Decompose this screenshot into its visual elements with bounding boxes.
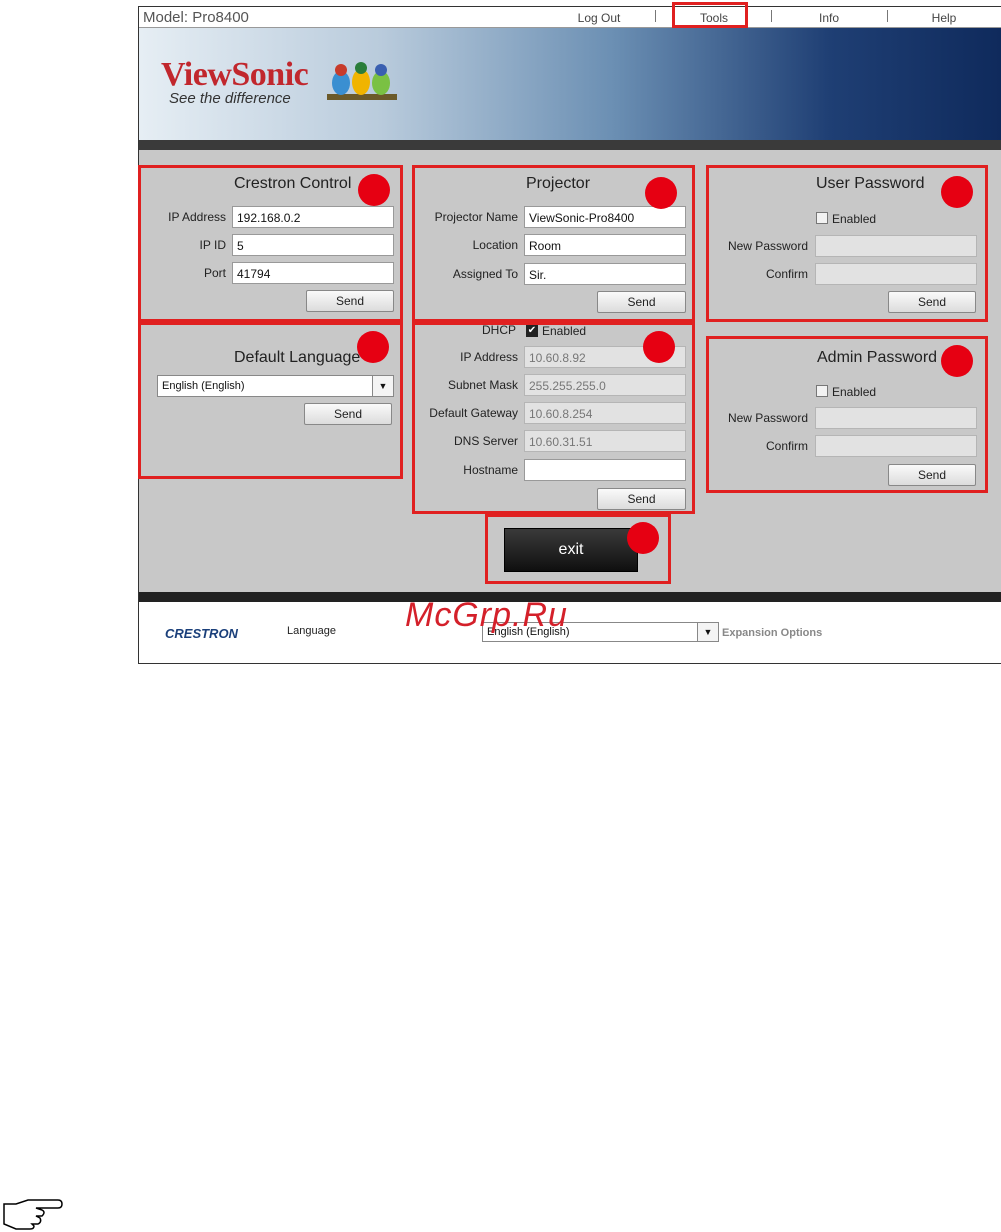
brand-slogan: See the difference [169,90,291,107]
projector-name-field[interactable]: ViewSonic-Pro8400 [524,206,686,228]
default-gateway-field[interactable]: 10.60.8.254 [524,402,686,424]
hostname-field[interactable] [524,459,686,481]
admin-enabled-checkbox[interactable] [816,385,828,397]
nav-help[interactable]: Help [919,11,969,25]
location-label: Location [472,238,518,252]
callout-marker [941,345,973,377]
user-password-title: User Password [816,175,925,192]
footer-language-label: Language [287,625,336,637]
callout-marker [643,331,675,363]
callout-marker [357,331,389,363]
ip-id-field[interactable]: 5 [232,234,394,256]
nav-separator [655,10,656,22]
port-label: Port [203,266,226,280]
user-new-password-label: New Password [727,239,808,253]
banner: ViewSonic See the difference [139,28,1001,140]
admin-confirm-field[interactable] [815,435,977,457]
model-label: Model: Pro8400 [143,9,249,26]
callout-marker [358,174,390,206]
admin-new-password-label: New Password [727,411,808,425]
assigned-to-label: Assigned To [452,267,518,281]
network-send-button[interactable]: Send [597,488,686,510]
dns-server-field[interactable]: 10.60.31.51 [524,430,686,452]
birds-icon [327,62,397,100]
user-new-password-field[interactable] [815,235,977,257]
tools-highlight [672,2,748,28]
default-gateway-label: Default Gateway [429,406,518,420]
ip-address-field[interactable]: 192.168.0.2 [232,206,394,228]
default-language-value: English (English) [162,380,245,392]
subnet-mask-label: Subnet Mask [447,378,518,392]
exit-button[interactable]: exit [504,528,638,572]
projector-title: Projector [526,175,591,192]
nav-logout[interactable]: Log Out [569,11,629,25]
note-hand-icon [3,1199,63,1230]
nav-separator [887,10,888,22]
hostname-label: Hostname [463,463,518,477]
expansion-options-link[interactable]: Expansion Options [722,627,822,639]
language-send-button[interactable]: Send [304,403,392,425]
admin-confirm-label: Confirm [765,439,808,453]
admin-new-password-field[interactable] [815,407,977,429]
admin-password-send-button[interactable]: Send [888,464,976,486]
footer-divider [139,592,1001,602]
network-ip-label: IP Address [460,350,518,364]
dhcp-label: DHCP [481,323,516,337]
chevron-down-icon: ▼ [697,623,718,641]
callout-marker [645,177,677,209]
crestron-send-button[interactable]: Send [306,290,394,312]
assigned-to-field[interactable]: Sir. [524,263,686,285]
admin-password-title: Admin Password [817,349,938,366]
dhcp-enabled-label: Enabled [542,324,587,338]
chevron-down-icon: ▼ [372,376,393,396]
dns-server-label: DNS Server [453,434,518,448]
user-enabled-label: Enabled [832,212,877,226]
user-enabled-checkbox[interactable] [816,212,828,224]
nav-info[interactable]: Info [799,11,859,25]
brand-logo: ViewSonic [161,56,309,93]
subnet-mask-field[interactable]: 255.255.255.0 [524,374,686,396]
header-divider [139,140,1001,150]
crestron-logo: CRESTRON [165,626,238,641]
dhcp-checkbox[interactable]: ✔ [526,325,538,337]
user-password-send-button[interactable]: Send [888,291,976,313]
projector-name-label: Projector Name [434,210,518,224]
default-language-title: Default Language [234,349,361,366]
user-confirm-field[interactable] [815,263,977,285]
port-field[interactable]: 41794 [232,262,394,284]
user-confirm-label: Confirm [765,267,808,281]
projector-send-button[interactable]: Send [597,291,686,313]
callout-marker [627,522,659,554]
nav-separator [771,10,772,22]
location-field[interactable]: Room [524,234,686,256]
ip-address-label: IP Address [168,210,226,224]
top-nav-bar: Model: Pro8400 Log Out Tools Info Help [139,7,1001,28]
default-language-select[interactable]: English (English) ▼ [157,375,394,397]
watermark: McGrp.Ru [405,596,568,634]
callout-marker [941,176,973,208]
admin-enabled-label: Enabled [832,385,877,399]
crestron-control-title: Crestron Control [234,175,352,192]
ip-id-label: IP ID [199,238,226,252]
